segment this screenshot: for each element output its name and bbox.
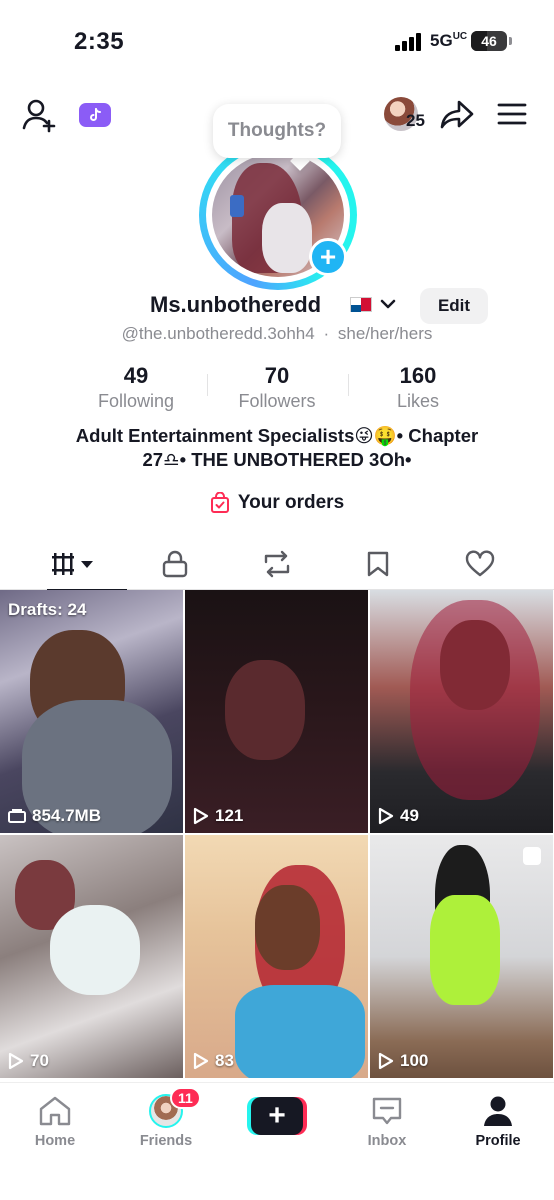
view-count: 49 — [378, 806, 419, 826]
stat-following[interactable]: 49 Following — [66, 362, 206, 412]
pronouns: she/her/hers — [337, 324, 433, 343]
stat-label: Followers — [238, 391, 316, 411]
view-count: 121 — [193, 806, 243, 826]
stat-value: 70 — [264, 363, 290, 388]
profile-icon — [484, 1096, 512, 1126]
view-count-value: 49 — [400, 806, 419, 825]
profile-stats: 49 Following 70 Followers 160 Likes — [0, 362, 554, 416]
videos-grid-icon — [52, 553, 93, 575]
battery-icon: 46 — [471, 31, 507, 51]
bio-line: 27♎• THE UNBOTHERED 3Oh• — [142, 449, 412, 470]
username-handle: @the.unbotheredd.3ohh4 — [121, 324, 315, 343]
play-icon — [193, 807, 209, 825]
video-tile[interactable]: 83 — [185, 835, 368, 1078]
view-count-value: 83 — [215, 1051, 234, 1070]
video-grid: Drafts: 24 854.7MB 121 49 70 83 100 — [0, 590, 554, 1082]
view-count-value: 70 — [30, 1051, 49, 1070]
play-icon — [193, 1052, 209, 1070]
tab-favorites[interactable] — [323, 538, 433, 590]
chevron-down-icon[interactable] — [378, 294, 398, 314]
nav-home-label: Home — [34, 1133, 76, 1149]
plus-icon: + — [319, 241, 337, 272]
stat-likes[interactable]: 160 Likes — [348, 362, 488, 412]
battery-level: 46 — [481, 33, 497, 49]
play-icon — [378, 1052, 394, 1070]
tiktok-note-icon — [90, 108, 101, 121]
nav-inbox[interactable]: Inbox — [342, 1093, 432, 1149]
nav-profile-label: Profile — [475, 1133, 521, 1149]
bio-line: Adult Entertainment Specialists😜🤑• Chapt… — [75, 425, 479, 446]
storage-icon — [8, 809, 26, 823]
plus-icon: + — [251, 1097, 303, 1135]
share-arrow-icon — [440, 100, 474, 129]
add-user-icon — [22, 99, 56, 133]
display-name-row: Ms.unbotheredd Edit — [0, 288, 554, 324]
view-count: 70 — [8, 1051, 49, 1071]
network-label: 5GUC — [430, 31, 468, 50]
menu-button[interactable] — [495, 99, 529, 129]
stat-value: 160 — [399, 363, 437, 388]
shopping-bag-icon — [210, 492, 229, 513]
video-tile[interactable]: 49 — [370, 590, 553, 833]
share-button[interactable] — [438, 97, 476, 133]
your-orders-label: Your orders — [237, 492, 345, 513]
tiktok-studio-button[interactable] — [79, 103, 111, 127]
add-friend-button[interactable] — [20, 95, 60, 135]
view-count: 83 — [193, 1051, 234, 1071]
inbox-icon — [372, 1097, 402, 1125]
view-count-value: 121 — [215, 806, 244, 825]
nav-home[interactable]: Home — [10, 1093, 100, 1149]
create-button[interactable]: + — [247, 1097, 307, 1135]
tab-reposts[interactable] — [222, 538, 332, 590]
nav-friends-label: Friends — [139, 1133, 193, 1149]
stat-followers[interactable]: 70 Followers — [207, 362, 347, 412]
panama-flag-icon — [350, 297, 372, 312]
add-story-button[interactable]: + — [309, 238, 347, 276]
edit-profile-button[interactable]: Edit — [420, 288, 488, 324]
bio: Adult Entertainment Specialists😜🤑• Chapt… — [40, 424, 514, 472]
stat-label: Likes — [396, 391, 440, 411]
content-tabs — [0, 538, 554, 591]
video-tile[interactable]: 100 — [370, 835, 553, 1078]
home-icon — [39, 1096, 71, 1126]
stat-label: Following — [97, 391, 175, 411]
view-count: 100 — [378, 1051, 428, 1071]
status-bar: 2:35 5GUC 46 — [0, 0, 554, 80]
bookmark-icon — [367, 551, 389, 577]
drafts-tile[interactable]: Drafts: 24 854.7MB — [0, 590, 183, 833]
visitor-count: 25 — [406, 111, 425, 130]
video-tile[interactable]: 121 — [185, 590, 368, 833]
draft-size: 854.7MB — [8, 806, 101, 826]
your-orders-link[interactable]: Your orders — [0, 492, 554, 514]
hamburger-menu-icon — [497, 103, 527, 125]
separator-dot: · — [323, 324, 330, 343]
thoughts-bubble[interactable]: Thoughts? — [213, 104, 341, 158]
tab-private[interactable] — [120, 538, 230, 590]
repost-icon — [264, 550, 290, 578]
display-name: Ms.unbotheredd — [150, 292, 322, 317]
lock-icon — [162, 550, 188, 578]
drafts-label: Drafts: 24 — [8, 600, 87, 619]
heart-icon — [465, 550, 495, 577]
nav-profile[interactable]: Profile — [453, 1093, 543, 1149]
battery-tip — [509, 37, 512, 45]
friends-notification-badge: 11 — [170, 1087, 201, 1109]
video-tile[interactable]: 70 — [0, 835, 183, 1078]
play-icon — [8, 1052, 24, 1070]
select-checkbox[interactable] — [523, 847, 541, 865]
signal-icon — [395, 33, 423, 51]
status-time: 2:35 — [74, 28, 125, 55]
play-icon — [378, 807, 394, 825]
tab-liked[interactable] — [425, 538, 535, 590]
nav-inbox-label: Inbox — [367, 1133, 407, 1149]
view-count-value: 100 — [400, 1051, 429, 1070]
tab-videos[interactable] — [19, 538, 129, 591]
handle-row: @the.unbotheredd.3ohh4 · she/her/hers — [0, 324, 554, 344]
bottom-navigation: Home Friends 11 + Inbox Profile — [0, 1082, 554, 1200]
draft-size-value: 854.7MB — [32, 806, 101, 825]
stat-value: 49 — [123, 363, 149, 388]
